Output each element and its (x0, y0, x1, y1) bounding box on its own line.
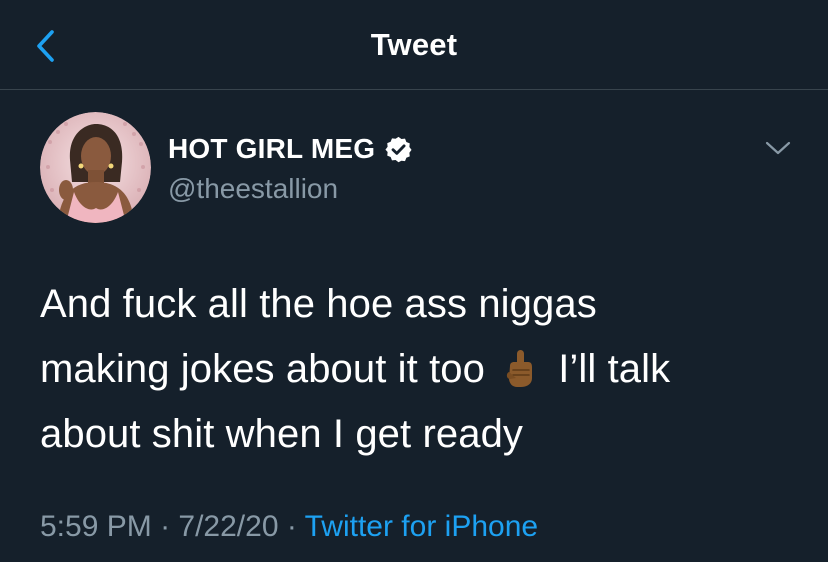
top-navigation-bar: Tweet (0, 0, 828, 90)
tweet-time: 5:59 PM (40, 510, 152, 543)
verified-badge-icon (385, 136, 412, 162)
tweet-line-1: And fuck all the hoe ass niggas (40, 282, 597, 326)
tweet-metadata: 5:59 PM · 7/22/20 · Twitter for iPhone (40, 510, 538, 544)
middle-finger-emoji (507, 350, 533, 387)
tweet-line-2-end: I’ll talk (558, 347, 671, 391)
tweet-detail-screen: Tweet HOT GIRL MEG @theestallion And fuc… (0, 0, 828, 562)
profile-avatar[interactable] (40, 112, 151, 223)
tweet-date: 7/22/20 (178, 510, 279, 543)
tweet-line-3: about shit when I get ready (40, 412, 524, 456)
page-title: Tweet (370, 27, 458, 62)
tweet-source-link[interactable]: Twitter for iPhone (305, 510, 538, 543)
meta-separator: · (151, 510, 179, 543)
author-name-row[interactable]: HOT GIRL MEG (168, 131, 413, 167)
user-handle[interactable]: @theestallion (168, 173, 338, 205)
tweet-line-2-start: making jokes about it too (40, 347, 485, 391)
chevron-down-icon[interactable] (763, 137, 793, 159)
meta-separator-2: · (278, 510, 305, 543)
display-name: HOT GIRL MEG (168, 133, 376, 164)
tweet-text: And fuck all the hoe ass niggas making j… (40, 272, 800, 467)
